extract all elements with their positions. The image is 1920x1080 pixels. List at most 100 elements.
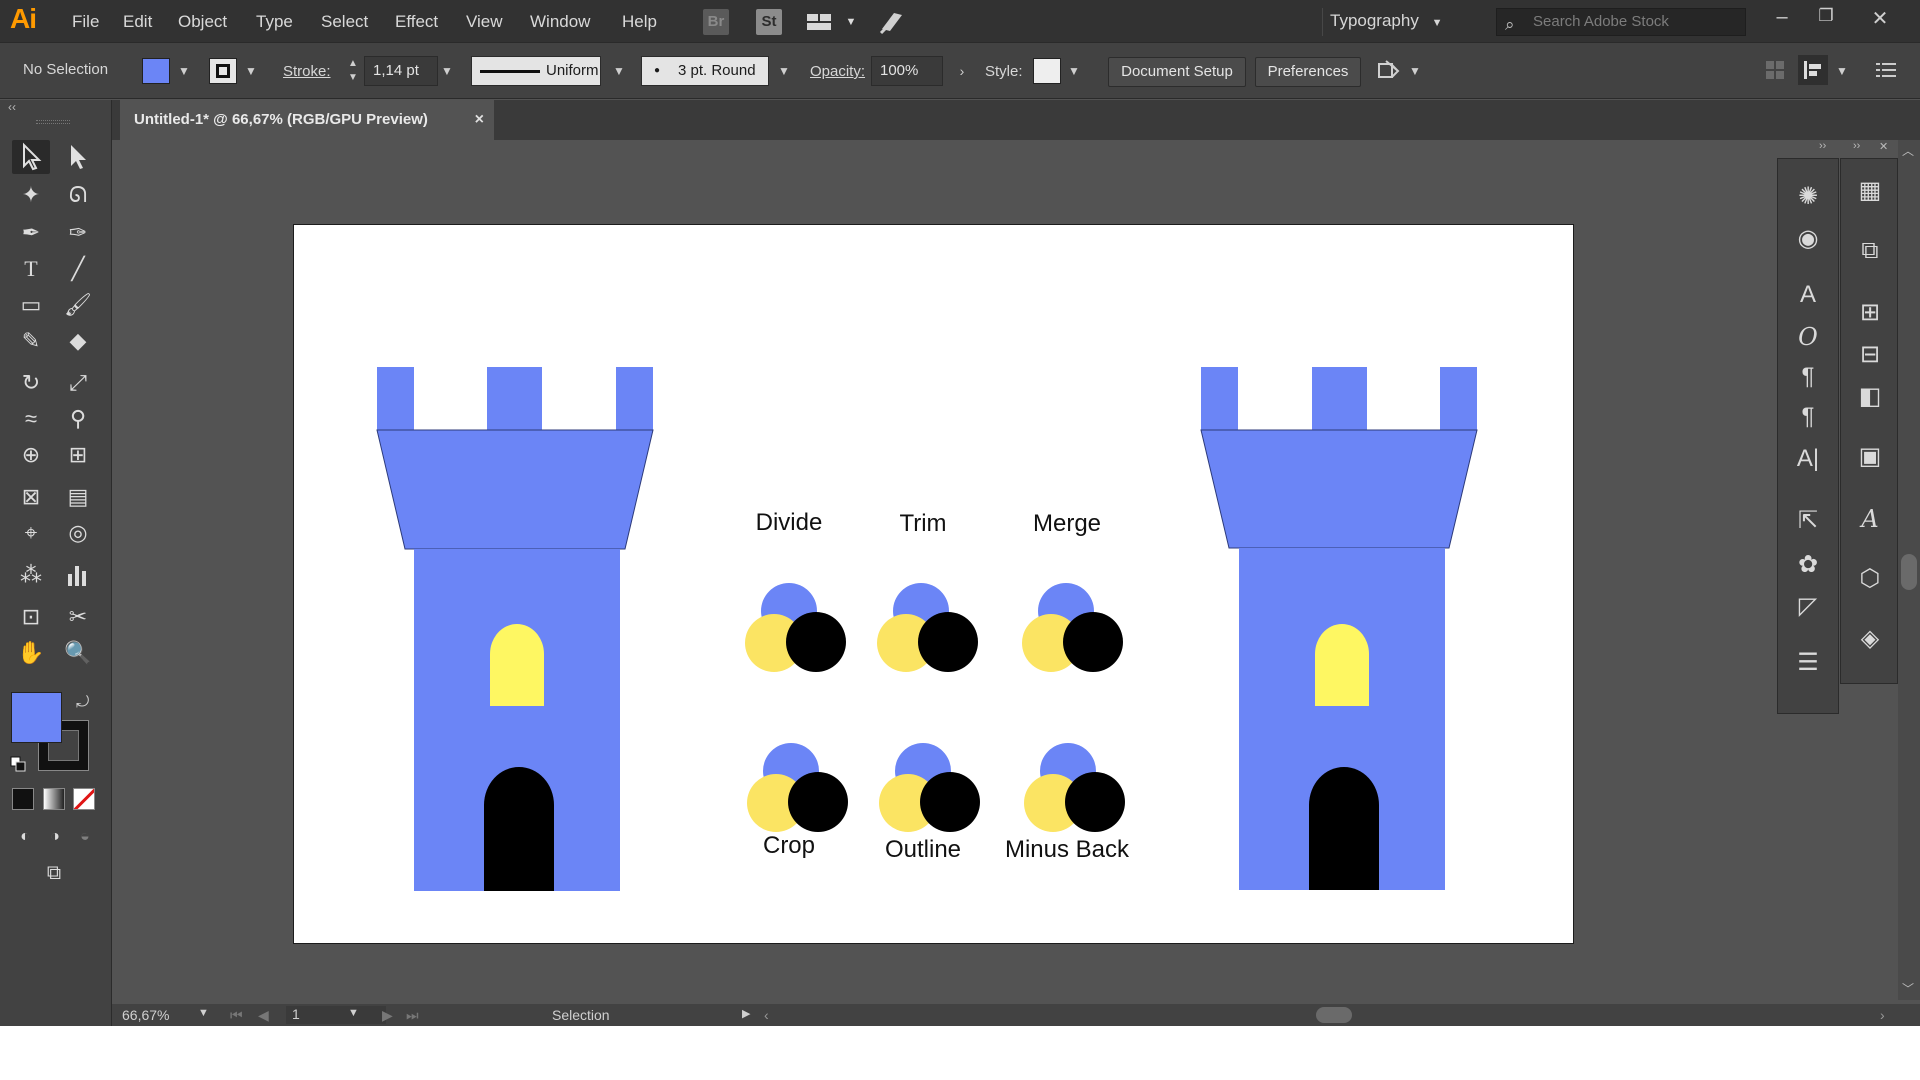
left-tower-window[interactable]	[490, 624, 544, 706]
character-icon[interactable]: A|	[1788, 441, 1828, 477]
menu-type[interactable]: Type	[256, 12, 293, 32]
scroll-left-icon[interactable]: ‹	[764, 1007, 769, 1023]
transform-dropdown-icon[interactable]: ▼	[1405, 57, 1425, 85]
menu-object[interactable]: Object	[178, 12, 227, 32]
column-graph-tool-icon[interactable]	[59, 558, 97, 592]
selection-tool-icon[interactable]	[12, 140, 50, 174]
minus-back-label[interactable]: Minus Back	[977, 836, 1157, 864]
style-swatch[interactable]	[1033, 58, 1061, 84]
left-tower-merlon[interactable]	[487, 367, 542, 430]
screen-mode-icon[interactable]: ⧉	[35, 856, 73, 890]
menu-effect[interactable]: Effect	[395, 12, 438, 32]
zoom-dropdown-icon[interactable]: ▼	[198, 1007, 209, 1019]
control-menu-icon[interactable]	[1876, 61, 1898, 79]
left-tower-merlon[interactable]	[377, 367, 414, 430]
stroke-weight-dropdown-icon[interactable]: ▼	[437, 57, 457, 85]
fill-color-swatch[interactable]	[11, 692, 62, 743]
menu-file[interactable]: File	[72, 12, 99, 32]
color-themes-icon[interactable]: ✿	[1788, 547, 1828, 583]
pen-tool-icon[interactable]: ✒	[12, 216, 50, 250]
character-styles-icon[interactable]: A	[1788, 277, 1828, 313]
document-info-icon[interactable]: ◸	[1788, 589, 1828, 625]
collapse-dock-icon[interactable]: ››	[1819, 140, 1826, 152]
merge-label[interactable]: Merge	[977, 510, 1157, 538]
transform-panel-icon[interactable]: ⧉	[1850, 233, 1890, 269]
close-document-button[interactable]: ×	[475, 100, 484, 140]
lasso-tool-icon[interactable]: ᘏ	[59, 178, 97, 212]
align-icon[interactable]: ⊟	[1850, 337, 1890, 373]
gradient-panel-icon[interactable]: ▣	[1850, 439, 1890, 475]
collapse-toolbar-icon[interactable]: ‹‹	[8, 100, 16, 114]
gradient-tool-icon[interactable]: ▤	[59, 480, 97, 514]
fill-dropdown-icon[interactable]: ▼	[174, 57, 194, 85]
fill-swatch[interactable]	[142, 58, 170, 84]
line-segment-tool-icon[interactable]: ╱	[59, 252, 97, 286]
opentype-icon[interactable]: O	[1788, 319, 1828, 355]
symbol-sprayer-tool-icon[interactable]: ⁂	[12, 558, 50, 592]
none-mode-icon[interactable]	[73, 788, 95, 810]
pathfinder-crop-circles[interactable]	[747, 743, 848, 832]
shape-builder-tool-icon[interactable]: ⊕	[12, 438, 50, 472]
menu-edit[interactable]: Edit	[123, 12, 152, 32]
brush-dropdown-icon[interactable]: ▼	[774, 57, 794, 85]
document-tab[interactable]: Untitled-1* @ 66,67% (RGB/GPU Preview) ×	[120, 100, 494, 140]
restore-button[interactable]: ❐	[1806, 6, 1846, 34]
scroll-down-icon[interactable]: ﹀	[1902, 980, 1914, 997]
align-dropdown-icon[interactable]: ▼	[1832, 57, 1852, 85]
search-adobe-stock-input[interactable]: ⌕ Search Adobe Stock	[1496, 8, 1746, 36]
perspective-grid-tool-icon[interactable]: ⊞	[59, 438, 97, 472]
right-tower-merlon[interactable]	[1201, 367, 1238, 430]
draw-inside-icon[interactable]: ◒	[66, 820, 104, 854]
eyedropper-tool-icon[interactable]: ⌖	[12, 516, 50, 550]
stroke-profile-select[interactable]: Uniform	[471, 56, 601, 86]
align-panel-icon[interactable]	[1798, 55, 1828, 85]
zoom-level[interactable]: 66,67%	[122, 1007, 169, 1023]
panel-menu-icon[interactable]: ☰	[1788, 645, 1828, 681]
artboards-icon[interactable]: ⊞	[1850, 295, 1890, 331]
first-artboard-icon[interactable]: ⏮	[230, 1007, 243, 1024]
opacity-arrow-icon[interactable]: ›	[952, 57, 972, 85]
width-tool-icon[interactable]: ≈	[12, 402, 50, 436]
stroke-swatch[interactable]	[209, 58, 237, 84]
glyphs-icon[interactable]: A	[1850, 501, 1890, 537]
left-tower-top[interactable]	[376, 429, 654, 550]
stroke-stepper-icon[interactable]: ▲ ▼	[343, 57, 363, 85]
scale-tool-icon[interactable]: ⤢	[59, 366, 97, 400]
right-tower-merlon[interactable]	[1440, 367, 1477, 430]
horizontal-scrollbar-thumb[interactable]	[1316, 1007, 1352, 1023]
next-artboard-icon[interactable]: ▶	[382, 1007, 393, 1024]
color-guide-icon[interactable]: ✺	[1788, 179, 1828, 215]
layers-icon[interactable]: ◈	[1850, 621, 1890, 657]
style-dropdown-icon[interactable]: ▼	[1064, 57, 1084, 85]
eraser-tool-icon[interactable]: ◆	[59, 324, 97, 358]
pathfinder-trim-circles[interactable]	[877, 583, 978, 672]
menu-view[interactable]: View	[466, 12, 503, 32]
previous-artboard-icon[interactable]: ◀	[258, 1007, 269, 1024]
bridge-icon[interactable]: Br	[703, 9, 729, 35]
left-tower-merlon[interactable]	[616, 367, 653, 430]
blend-tool-icon[interactable]: ◎	[59, 516, 97, 550]
status-menu-icon[interactable]: ▶	[742, 1007, 750, 1020]
swap-fill-stroke-icon[interactable]: ⤾	[76, 694, 89, 712]
hand-tool-icon[interactable]: ✋	[12, 636, 50, 670]
opacity-label[interactable]: Opacity:	[810, 63, 865, 80]
left-tower[interactable]	[376, 367, 654, 891]
right-tower[interactable]	[1200, 367, 1478, 890]
export-icon[interactable]: ⇱	[1788, 503, 1828, 539]
transform-icon[interactable]	[1376, 59, 1402, 83]
pathfinder-icon[interactable]: ◧	[1850, 379, 1890, 415]
profile-dropdown-icon[interactable]: ▼	[609, 57, 629, 85]
curvature-tool-icon[interactable]: ✑	[59, 216, 97, 250]
type-tool-icon[interactable]: T	[12, 252, 50, 286]
paragraph-styles-icon[interactable]: ¶	[1788, 399, 1828, 435]
black-circle[interactable]	[788, 772, 848, 832]
toolbar-grip[interactable]	[36, 120, 70, 124]
right-tower-merlon[interactable]	[1312, 367, 1367, 430]
black-circle[interactable]	[918, 612, 978, 672]
stock-icon[interactable]: St	[756, 9, 782, 35]
pathfinder-merge-circles[interactable]	[1022, 583, 1123, 672]
pathfinder-minus-back-circles[interactable]	[1024, 743, 1125, 832]
color-mode-icon[interactable]	[12, 788, 34, 810]
align-grid-icon[interactable]	[1764, 59, 1786, 81]
right-tower-window[interactable]	[1315, 624, 1369, 706]
